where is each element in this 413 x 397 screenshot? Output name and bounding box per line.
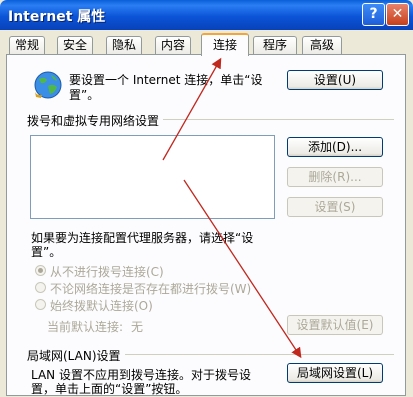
tab-programs[interactable]: 程序 [253, 36, 297, 54]
current-default-value: 无 [131, 320, 144, 334]
tab-privacy[interactable]: 隐私 [106, 36, 142, 54]
close-button[interactable]: ✕ [386, 3, 409, 26]
option-always-dial: 始终拨默认连接(O) [50, 299, 153, 313]
option-dial-whenever: 不论网络连接是否存在都进行拨号(W) [50, 282, 252, 296]
remove-button[interactable]: 删除(R)... [287, 167, 383, 187]
setup-button[interactable]: 设置(U) [287, 70, 383, 90]
current-default-label: 当前默认连接: [47, 320, 124, 334]
dialup-settings-button[interactable]: 设置(S) [287, 197, 383, 217]
connections-panel [6, 54, 406, 396]
radio-dial-whenever[interactable] [35, 282, 46, 293]
tab-content[interactable]: 内容 [155, 36, 191, 54]
option-never-dial: 从不进行拨号连接(C) [50, 265, 164, 279]
lan-text-cont: 置，单击上面的“设置”按钮。 [31, 382, 188, 396]
tab-connections[interactable]: 连接 [201, 33, 249, 56]
proxy-text-cont: 置”。 [31, 245, 62, 259]
set-default-button[interactable]: 设置默认值(E) [287, 315, 383, 335]
window-title: Internet 属性 [8, 9, 106, 25]
lan-section-title: 局域网(LAN)设置 [27, 347, 125, 364]
add-button[interactable]: 添加(D)... [287, 137, 383, 157]
lan-settings-button[interactable]: 局域网设置(L) [287, 363, 383, 383]
globe-network-icon [34, 71, 62, 99]
radio-never-dial[interactable] [35, 265, 46, 276]
tab-security[interactable]: 安全 [57, 36, 93, 54]
radio-always-dial[interactable] [35, 299, 46, 310]
proxy-text: 如果要为连接配置代理服务器，请选择“设 [31, 231, 254, 245]
help-button[interactable]: ? [362, 3, 385, 26]
setup-text-cont: 置”。 [69, 88, 100, 102]
dialup-section-title: 拨号和虚拟专用网络设置 [27, 112, 164, 129]
title-bar: Internet 属性 ? ✕ [0, 0, 413, 30]
tab-general[interactable]: 常规 [9, 36, 45, 54]
tab-advanced[interactable]: 高级 [302, 36, 342, 54]
connections-listbox[interactable] [30, 135, 275, 219]
